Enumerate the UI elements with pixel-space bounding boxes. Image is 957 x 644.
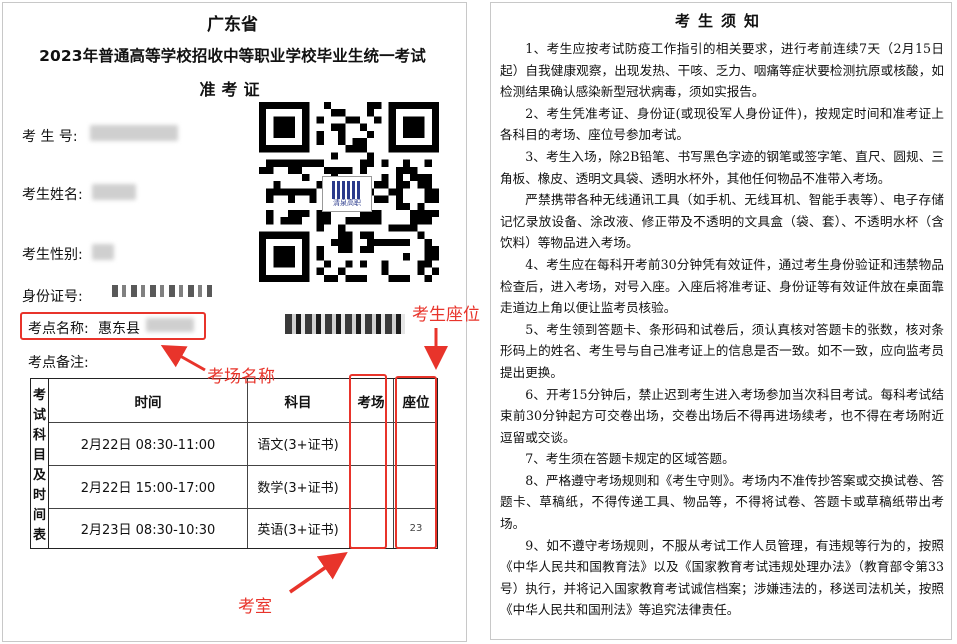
side-char: 科	[32, 428, 46, 443]
side-char: 时	[32, 488, 46, 503]
notice-paragraph: 6、开考15分钟后，禁止迟到考生进入考场参加当次科目考试。每科考试结束前30分钟…	[500, 386, 944, 445]
notice-paragraph: 2、考生凭准考证、身份证(或现役军人身份证件)，按规定时间和准考证上各科目的考场…	[500, 105, 944, 143]
row-subject: 英语(3+证书)	[257, 522, 339, 538]
notice-paragraph: 8、严格遵守考场规则和《考生守则》。考场内不准传抄答案或交换试卷、答题卡、草稿纸…	[500, 472, 944, 532]
site-code-redacted	[285, 314, 405, 334]
logo-text: 清泉高职	[333, 198, 361, 207]
site-note-label: 考点备注:	[28, 355, 89, 371]
seat-annotation: 考生座位	[412, 305, 480, 325]
room-column-highlight	[349, 374, 387, 549]
gender-label: 考生性别:	[22, 247, 83, 263]
row-time: 2月23日 08:30-10:30	[80, 522, 216, 538]
classroom-annotation: 考室	[238, 597, 272, 617]
site-name-value: 惠东县	[98, 321, 140, 337]
gender-redacted	[92, 244, 114, 260]
row-time: 2月22日 15:00-17:00	[80, 481, 216, 496]
logo-grid-icon	[332, 180, 362, 199]
seat-column-highlight	[395, 376, 437, 549]
side-char: 表	[32, 528, 46, 543]
notice-paragraph: 5、考生领到答题卡、条形码和试卷后，须认真核对答题卡的张数，核对条形码上的姓名、…	[500, 321, 944, 380]
notice-paragraph: 7、考生须在答题卡规定的区域答题。	[525, 451, 735, 467]
side-char: 及	[32, 468, 46, 483]
site-name-label: 考点名称:	[28, 321, 89, 337]
notice-paragraph: 严禁携带各种无线通讯工具（如手机、无线耳机、智能手表等）、电子存储记忆录放设备、…	[500, 192, 944, 251]
name-redacted	[92, 184, 136, 200]
schedule-side-label: 考 试 科 目 及 时 间 表	[31, 379, 49, 548]
name-label: 考生姓名:	[22, 187, 83, 203]
exam-title: 2023年普通高等学校招收中等职业学校毕业生统一考试	[39, 47, 426, 65]
side-char: 试	[32, 408, 46, 423]
side-char: 考	[32, 388, 46, 403]
notice-body: 1、考生应按考试防疫工作指引的相关要求，进行考前连续7天（2月15日起）自我健康…	[500, 38, 944, 621]
side-char: 目	[32, 448, 46, 463]
room-name-annotation: 考场名称	[207, 367, 275, 387]
notice-paragraph: 3、考生入场，除2B铅笔、书写黑色字迹的钢笔或签字笔、直尺、圆规、三角板、橡皮、…	[500, 148, 944, 186]
notice-title: 考生须知	[674, 12, 767, 30]
notice-paragraph: 4、考生应在每科开考前30分钟凭有效证件，通过考生身份验证和违禁物品检查后，进入…	[500, 256, 944, 316]
exam-no-redacted	[90, 125, 178, 141]
province-title: 广东省	[207, 15, 258, 35]
ticket-title: 准考证	[199, 80, 266, 99]
exam-no-label: 考 生 号:	[22, 129, 78, 145]
site-name-redacted	[146, 318, 194, 332]
notice-paragraph: 1、考生应按考试防疫工作指引的相关要求，进行考前连续7天（2月15日起）自我健康…	[500, 41, 944, 100]
side-char: 间	[32, 508, 46, 523]
row-time: 2月22日 08:30-11:00	[80, 438, 216, 453]
qr-logo: 清泉高职	[322, 176, 372, 212]
row-subject: 数学(3+证书)	[257, 481, 339, 496]
notice-paragraph: 9、如不遵守考场规则，不服从考试工作人员管理，有违规等行为的，按照《中华人民共和…	[500, 537, 944, 618]
row-subject: 语文(3+证书)	[257, 438, 339, 453]
id-no-redacted	[112, 285, 212, 297]
id-no-label: 身份证号:	[22, 289, 83, 305]
